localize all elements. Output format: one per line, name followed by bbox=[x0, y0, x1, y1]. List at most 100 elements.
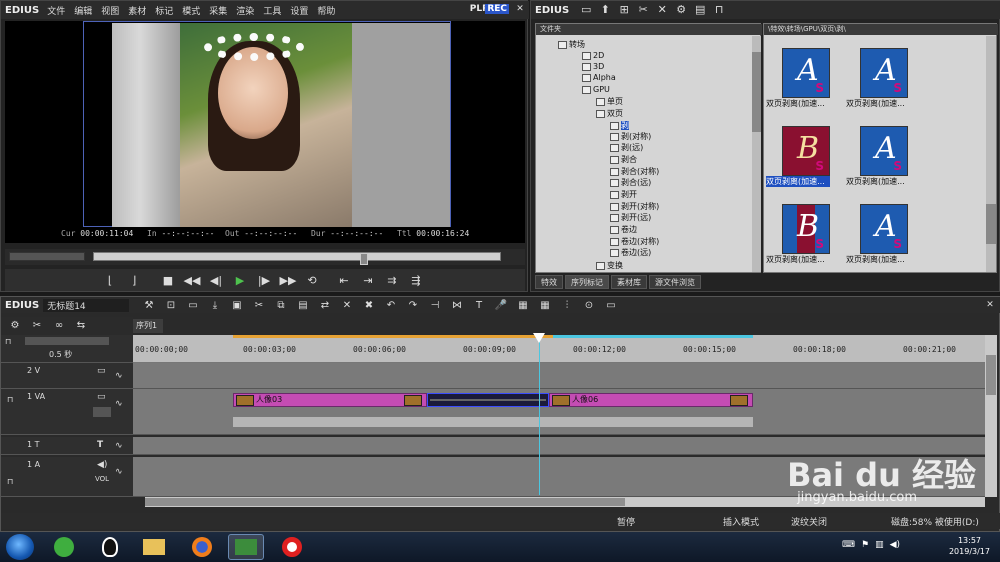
fast-forward-icon[interactable]: ▶▶ bbox=[279, 272, 297, 288]
keyboard-icon[interactable]: ⌨ bbox=[842, 540, 855, 550]
video-clip[interactable]: 人像03 bbox=[233, 393, 427, 407]
mixer-icon[interactable]: ⫶ bbox=[559, 299, 575, 313]
set-out-icon[interactable]: ⌋ bbox=[125, 272, 143, 288]
tree-node[interactable]: GPU bbox=[582, 84, 610, 95]
track-waveform-icon[interactable]: ∿ bbox=[115, 371, 123, 381]
tree-node[interactable]: 剥(远) bbox=[610, 142, 643, 153]
track-lock-icon[interactable]: ⊓ bbox=[7, 477, 13, 486]
menu-tools[interactable]: 工具 bbox=[263, 4, 281, 17]
step-forward-icon[interactable]: |▶ bbox=[255, 272, 273, 288]
mute-icon[interactable] bbox=[93, 407, 111, 417]
prev-edit-icon[interactable]: ⇤ bbox=[335, 272, 353, 288]
recorder-icon[interactable] bbox=[274, 534, 310, 560]
tab-bin[interactable]: 素材库 bbox=[611, 275, 647, 289]
tree-node[interactable]: 剥(对称) bbox=[610, 131, 651, 142]
tree-node[interactable]: 双页 bbox=[596, 108, 623, 119]
start-button[interactable] bbox=[6, 534, 34, 560]
layout-icon[interactable]: ▭ bbox=[603, 299, 619, 313]
set-in-icon[interactable]: ⌊ bbox=[101, 272, 119, 288]
track-waveform-icon[interactable]: ∿ bbox=[115, 467, 123, 477]
timeline-close-icon[interactable]: ✕ bbox=[985, 300, 995, 310]
track-waveform-icon[interactable]: ∿ bbox=[115, 441, 123, 451]
video-clip[interactable]: 人像06 bbox=[549, 393, 753, 407]
tree-node[interactable]: 卷边 bbox=[610, 224, 637, 235]
tree-node[interactable]: 单页 bbox=[596, 96, 623, 107]
tree-scroll-thumb[interactable] bbox=[752, 52, 761, 132]
tree-node[interactable]: 卷边(对称) bbox=[610, 236, 659, 247]
title-track-icon[interactable]: T bbox=[97, 440, 103, 450]
track-2v-area[interactable] bbox=[133, 363, 985, 389]
track-display-icon[interactable]: ▭ bbox=[97, 366, 106, 376]
open-project-icon[interactable]: ⊡ bbox=[163, 299, 179, 313]
loop-icon[interactable]: ⟲ bbox=[303, 272, 321, 288]
status-insert-mode[interactable]: 插入模式 bbox=[723, 515, 759, 528]
snap-icon[interactable]: ⋈ bbox=[449, 299, 465, 313]
properties-icon[interactable]: ⚙ bbox=[675, 4, 687, 16]
grid-icon[interactable]: ▦ bbox=[537, 299, 553, 313]
folder-icon[interactable]: ▭ bbox=[580, 4, 592, 16]
mode-icon[interactable]: ⚒ bbox=[141, 299, 157, 313]
tab-sequence-markers[interactable]: 序列标记 bbox=[565, 275, 609, 289]
track-lock-icon[interactable]: ⊓ bbox=[7, 395, 13, 404]
track-1va-area[interactable]: 人像03 人像06 bbox=[133, 389, 985, 435]
network-icon[interactable]: ▥ bbox=[875, 540, 884, 550]
delete-icon[interactable]: ✕ bbox=[339, 299, 355, 313]
tree-node[interactable]: 转场 bbox=[558, 39, 585, 50]
export-icon[interactable]: ⊙ bbox=[581, 299, 597, 313]
time-ruler[interactable]: 00:00:00;00 00:00:03;00 00:00:06;00 00:0… bbox=[133, 335, 985, 363]
undo-icon[interactable]: ↶ bbox=[383, 299, 399, 313]
tree-node[interactable]: 变换 bbox=[596, 260, 623, 271]
ripple-delete-icon[interactable]: ✖ bbox=[361, 299, 377, 313]
menu-marker[interactable]: 标记 bbox=[155, 4, 173, 17]
tree-node[interactable]: 2D bbox=[582, 50, 604, 61]
tree-node[interactable]: 3D bbox=[582, 61, 604, 72]
tab-source-browser[interactable]: 源文件浏览 bbox=[649, 275, 701, 289]
status-ripple[interactable]: 波纹关闭 bbox=[791, 515, 827, 528]
track-waveform-icon[interactable]: ∿ bbox=[115, 399, 123, 409]
rewind-icon[interactable]: ◀◀ bbox=[183, 272, 201, 288]
title-icon[interactable]: T bbox=[471, 299, 487, 313]
cut-icon[interactable]: ✂ bbox=[251, 299, 267, 313]
overwrite-icon[interactable]: ⇉ bbox=[383, 272, 401, 288]
track-display-icon[interactable]: ▭ bbox=[97, 392, 106, 402]
menu-file[interactable]: 文件 bbox=[47, 4, 65, 17]
tree-node[interactable]: 剥开(远) bbox=[610, 212, 651, 223]
new-sequence-icon[interactable]: ▭ bbox=[185, 299, 201, 313]
tree-node[interactable]: 剥合 bbox=[610, 154, 637, 165]
import-icon[interactable]: ⤓ bbox=[207, 299, 223, 313]
menu-settings[interactable]: 设置 bbox=[290, 4, 308, 17]
vol-label[interactable]: VOL bbox=[95, 475, 109, 483]
timeline-vscrollbar[interactable] bbox=[985, 335, 997, 497]
redo-icon[interactable]: ↷ bbox=[405, 299, 421, 313]
copy-icon[interactable]: ⧉ bbox=[273, 299, 289, 313]
lock-icon[interactable]: ⊓ bbox=[5, 337, 11, 346]
timeline-hscroll-thumb[interactable] bbox=[145, 498, 625, 506]
stop-icon[interactable]: ■ bbox=[159, 272, 177, 288]
play-icon[interactable]: ▶ bbox=[231, 272, 249, 288]
menu-clip[interactable]: 素材 bbox=[128, 4, 146, 17]
step-back-icon[interactable]: ◀| bbox=[207, 272, 225, 288]
replace-icon[interactable]: ⇄ bbox=[317, 299, 333, 313]
cut-tool-icon[interactable]: ✂ bbox=[29, 319, 45, 333]
menu-render[interactable]: 渲染 bbox=[236, 4, 254, 17]
sequence-tab[interactable]: 序列1 bbox=[133, 319, 163, 333]
clock[interactable]: 13:57 2019/3/17 bbox=[949, 535, 990, 557]
cut-icon[interactable]: ✂ bbox=[637, 4, 649, 16]
menu-view[interactable]: 视图 bbox=[101, 4, 119, 17]
effect-thumbnail[interactable]: AS bbox=[860, 204, 908, 254]
lock-icon[interactable]: ⊓ bbox=[713, 4, 725, 16]
timeline-vscroll-thumb[interactable] bbox=[986, 355, 996, 395]
sync-icon[interactable]: ⇆ bbox=[73, 319, 89, 333]
scrub-bar[interactable] bbox=[93, 252, 501, 265]
qq-icon[interactable] bbox=[92, 534, 128, 560]
menu-help[interactable]: 帮助 bbox=[317, 4, 335, 17]
next-edit-icon[interactable]: ⇥ bbox=[359, 272, 377, 288]
jog-slider[interactable] bbox=[9, 252, 85, 261]
transition-clip[interactable] bbox=[427, 393, 549, 407]
tree-node[interactable]: 剥合(远) bbox=[610, 177, 651, 188]
volume-icon[interactable]: ◀) bbox=[890, 540, 900, 550]
save-icon[interactable]: ▣ bbox=[229, 299, 245, 313]
close-icon[interactable]: ✕ bbox=[515, 4, 525, 14]
view-icon[interactable]: ▤ bbox=[694, 4, 706, 16]
menu-edit[interactable]: 编辑 bbox=[74, 4, 92, 17]
